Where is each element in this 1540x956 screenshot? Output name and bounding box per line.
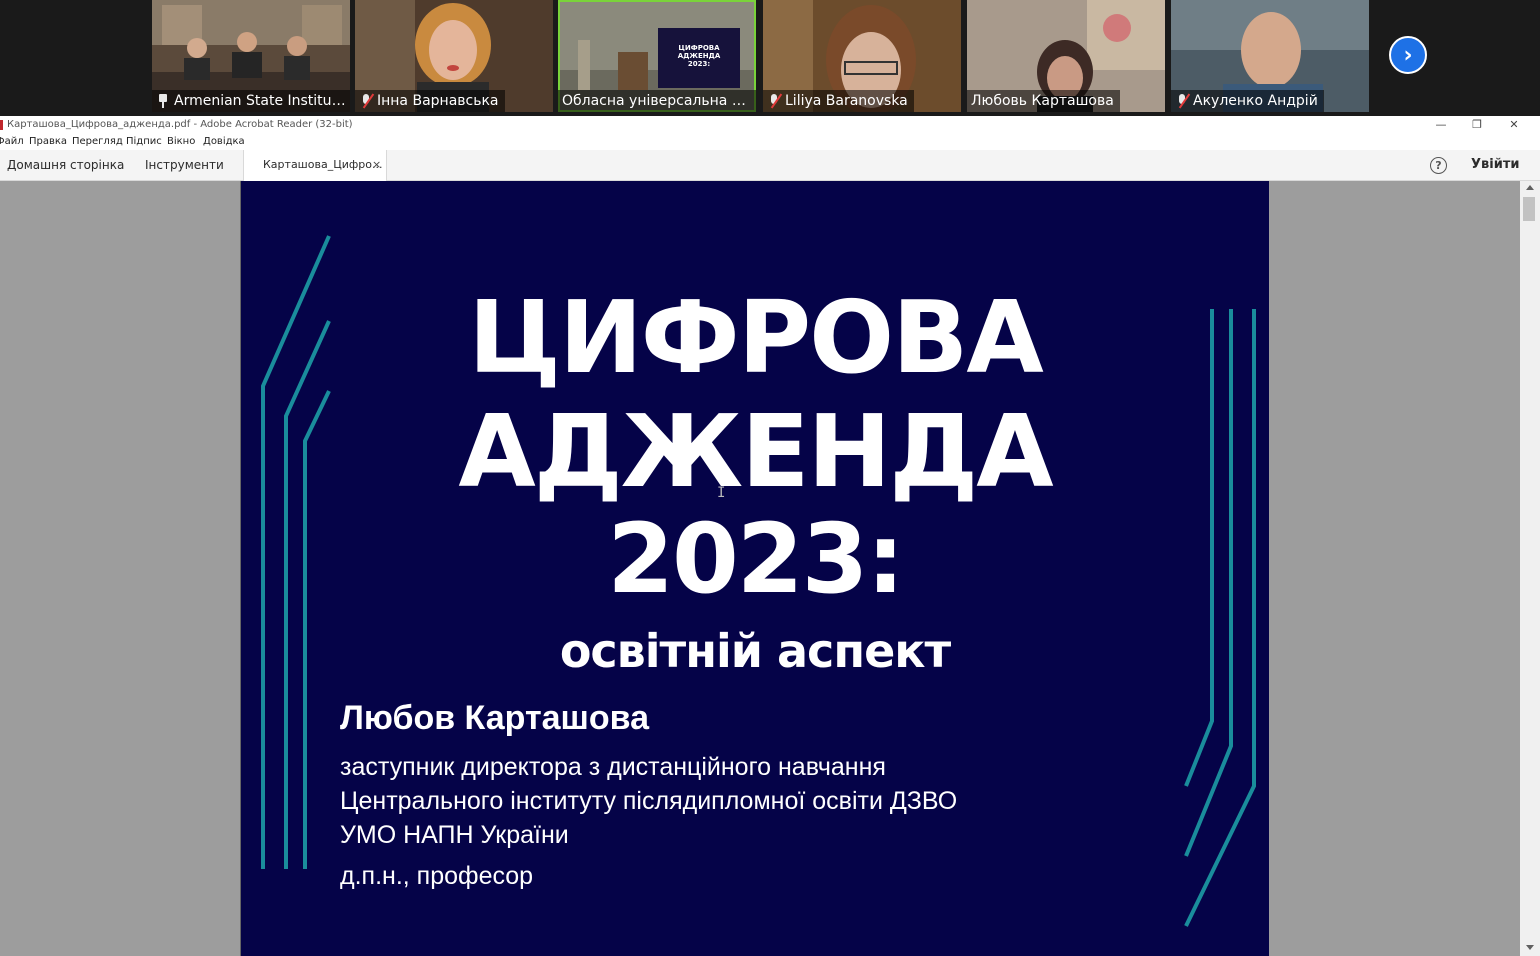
participant-tile[interactable]: Любовь Карташова [967, 0, 1165, 112]
window-title: Карташова_Цифрова_адженда.pdf - Adobe Ac… [7, 119, 353, 130]
svg-text:ЦИФРОВА: ЦИФРОВА [678, 44, 720, 52]
slide-title-line-2: АДЖЕНДА [458, 393, 1053, 510]
menu-bar: Файл Правка Перегляд Підпис Вікно Довідк… [0, 134, 1540, 150]
help-icon[interactable]: ? [1430, 157, 1447, 174]
mic-muted-icon [359, 93, 373, 109]
participant-strip: Armenian State Institut... Інна Варнавсь… [0, 0, 1540, 116]
slide-title-line-1: ЦИФРОВА [468, 279, 1044, 396]
acrobat-window: Карташова_Цифрова_адженда.pdf - Adobe Ac… [0, 116, 1540, 956]
participant-name-bar: Інна Варнавська [355, 90, 505, 112]
participant-name: Любовь Карташова [971, 93, 1114, 109]
chevron-right-icon: › [1403, 42, 1413, 68]
slide-role-line-1: заступник директора з дистанційного навч… [340, 753, 886, 781]
slide-subtitle: освітній аспект [559, 624, 951, 678]
slide-title-line-3: 2023: [607, 503, 905, 615]
pin-icon [156, 93, 170, 109]
participant-name-bar: Armenian State Institut... [152, 90, 350, 112]
participant-tile[interactable]: Liliya Baranovska [763, 0, 961, 112]
close-window-button[interactable]: ✕ [1496, 116, 1532, 134]
tab-tools[interactable]: Інструменти [145, 150, 224, 180]
vertical-scrollbar[interactable] [1520, 181, 1540, 956]
acrobat-app-icon [0, 120, 3, 130]
menu-view[interactable]: Перегляд [72, 134, 123, 150]
participant-name: Обласна універсальна на... [562, 93, 752, 109]
slide-role-line-2: Центрального інституту післядипломної ос… [340, 787, 958, 815]
close-tab-icon[interactable]: × [372, 150, 381, 180]
menu-window[interactable]: Вікно [167, 134, 195, 150]
tab-bar: Домашня сторінка Інструменти Карташова_Ц… [0, 150, 1540, 181]
svg-text:2023:: 2023: [688, 60, 710, 68]
mic-muted-icon [1175, 93, 1189, 109]
participant-name: Armenian State Institut... [174, 93, 346, 109]
tab-home[interactable]: Домашня сторінка [7, 150, 124, 180]
minimize-button[interactable]: — [1423, 116, 1459, 134]
participant-tile[interactable]: Armenian State Institut... [152, 0, 350, 112]
participant-tile[interactable]: Акуленко Андрій [1171, 0, 1369, 112]
slide-role-line-3: УМО НАПН України [340, 821, 569, 849]
participant-name: Акуленко Андрій [1193, 93, 1318, 109]
tab-document[interactable]: Карташова_Цифро... × [243, 150, 387, 181]
svg-text:АДЖЕНДА: АДЖЕНДА [678, 52, 721, 60]
menu-file[interactable]: Файл [0, 134, 24, 150]
participant-tile[interactable]: Інна Варнавська [355, 0, 553, 112]
participant-name-bar: Liliya Baranovska [763, 90, 914, 112]
scroll-thumb[interactable] [1523, 197, 1535, 221]
mic-muted-icon [767, 93, 781, 109]
next-page-button[interactable]: › [1389, 36, 1427, 74]
participant-name-bar: Обласна універсальна на... [558, 90, 756, 112]
pdf-page-slide: ЦИФРОВА АДЖЕНДА 2023: освітній аспект Лю… [240, 181, 1269, 956]
tab-document-label: Карташова_Цифро... [263, 158, 383, 171]
menu-edit[interactable]: Правка [29, 134, 67, 150]
scroll-up-icon[interactable] [1526, 185, 1534, 190]
participant-name: Інна Варнавська [377, 93, 499, 109]
menu-help[interactable]: Довідка [203, 134, 245, 150]
restore-button[interactable]: ❐ [1459, 116, 1495, 134]
text-cursor-icon: I [717, 485, 726, 501]
title-bar: Карташова_Цифрова_адженда.pdf - Adobe Ac… [0, 116, 1540, 134]
participant-name-bar: Любовь Карташова [967, 90, 1120, 112]
participant-name-bar: Акуленко Андрій [1171, 90, 1324, 112]
slide-degree: д.п.н., професор [340, 862, 534, 890]
participant-tile-active[interactable]: ЦИФРОВА АДЖЕНДА 2023: Обласна універсаль… [558, 0, 756, 112]
slide-author: Любов Карташова [340, 699, 649, 737]
signin-button[interactable]: Увійти [1471, 150, 1519, 180]
participant-name: Liliya Baranovska [785, 93, 908, 109]
scroll-down-icon[interactable] [1526, 945, 1534, 950]
menu-sign[interactable]: Підпис [126, 134, 162, 150]
document-viewer[interactable]: ЦИФРОВА АДЖЕНДА 2023: освітній аспект Лю… [0, 181, 1520, 956]
